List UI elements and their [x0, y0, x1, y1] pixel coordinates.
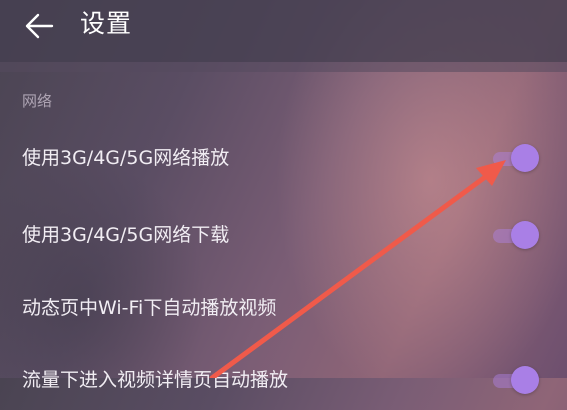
setting-label: 动态页中Wi-Fi下自动播放视频	[22, 297, 277, 319]
back-button[interactable]	[22, 8, 58, 44]
header-divider	[0, 62, 567, 72]
toggle-knob	[511, 144, 539, 172]
arrow-left-icon	[25, 13, 54, 39]
setting-row-wifi-autoplay[interactable]: 动态页中Wi-Fi下自动播放视频	[0, 278, 567, 338]
page-title: 设置	[80, 9, 133, 38]
toggle-knob	[511, 221, 539, 249]
setting-row-network-download[interactable]: 使用3G/4G/5G网络下载	[0, 205, 567, 265]
toggle-switch-cellular-autoplay[interactable]	[489, 366, 539, 394]
section-title-network: 网络	[22, 92, 53, 110]
setting-label: 使用3G/4G/5G网络下载	[22, 224, 230, 246]
setting-label: 使用3G/4G/5G网络播放	[22, 147, 230, 169]
top-app-bar: 设置	[0, 0, 567, 62]
setting-label: 流量下进入视频详情页自动播放	[22, 369, 289, 391]
setting-row-cellular-autoplay[interactable]: 流量下进入视频详情页自动播放	[0, 350, 567, 410]
setting-row-network-play[interactable]: 使用3G/4G/5G网络播放	[0, 128, 567, 188]
toggle-switch-network-download[interactable]	[489, 221, 539, 249]
toggle-knob	[511, 366, 539, 394]
toggle-switch-network-play[interactable]	[489, 144, 539, 172]
